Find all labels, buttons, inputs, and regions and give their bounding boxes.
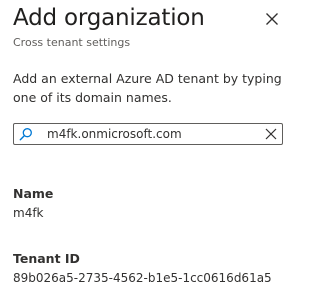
panel-title: Add organization xyxy=(13,5,205,31)
name-label: Name xyxy=(13,186,54,201)
close-button[interactable] xyxy=(261,8,283,30)
search-icon xyxy=(19,128,32,141)
close-icon xyxy=(266,13,278,25)
domain-search-input[interactable] xyxy=(47,124,257,144)
clear-search-button[interactable] xyxy=(264,127,278,141)
description-text: Add an external Azure AD tenant by typin… xyxy=(13,71,282,105)
tenant-id-value: 89b026a5-2735-4562-b1e5-1cc0616d61a5 xyxy=(13,271,272,285)
add-organization-panel: Add organization Cross tenant settings A… xyxy=(0,0,296,291)
tenant-id-label: Tenant ID xyxy=(13,251,80,266)
panel-subtitle: Cross tenant settings xyxy=(13,36,131,49)
name-value: m4fk xyxy=(13,206,44,220)
domain-search-box[interactable] xyxy=(13,123,283,145)
